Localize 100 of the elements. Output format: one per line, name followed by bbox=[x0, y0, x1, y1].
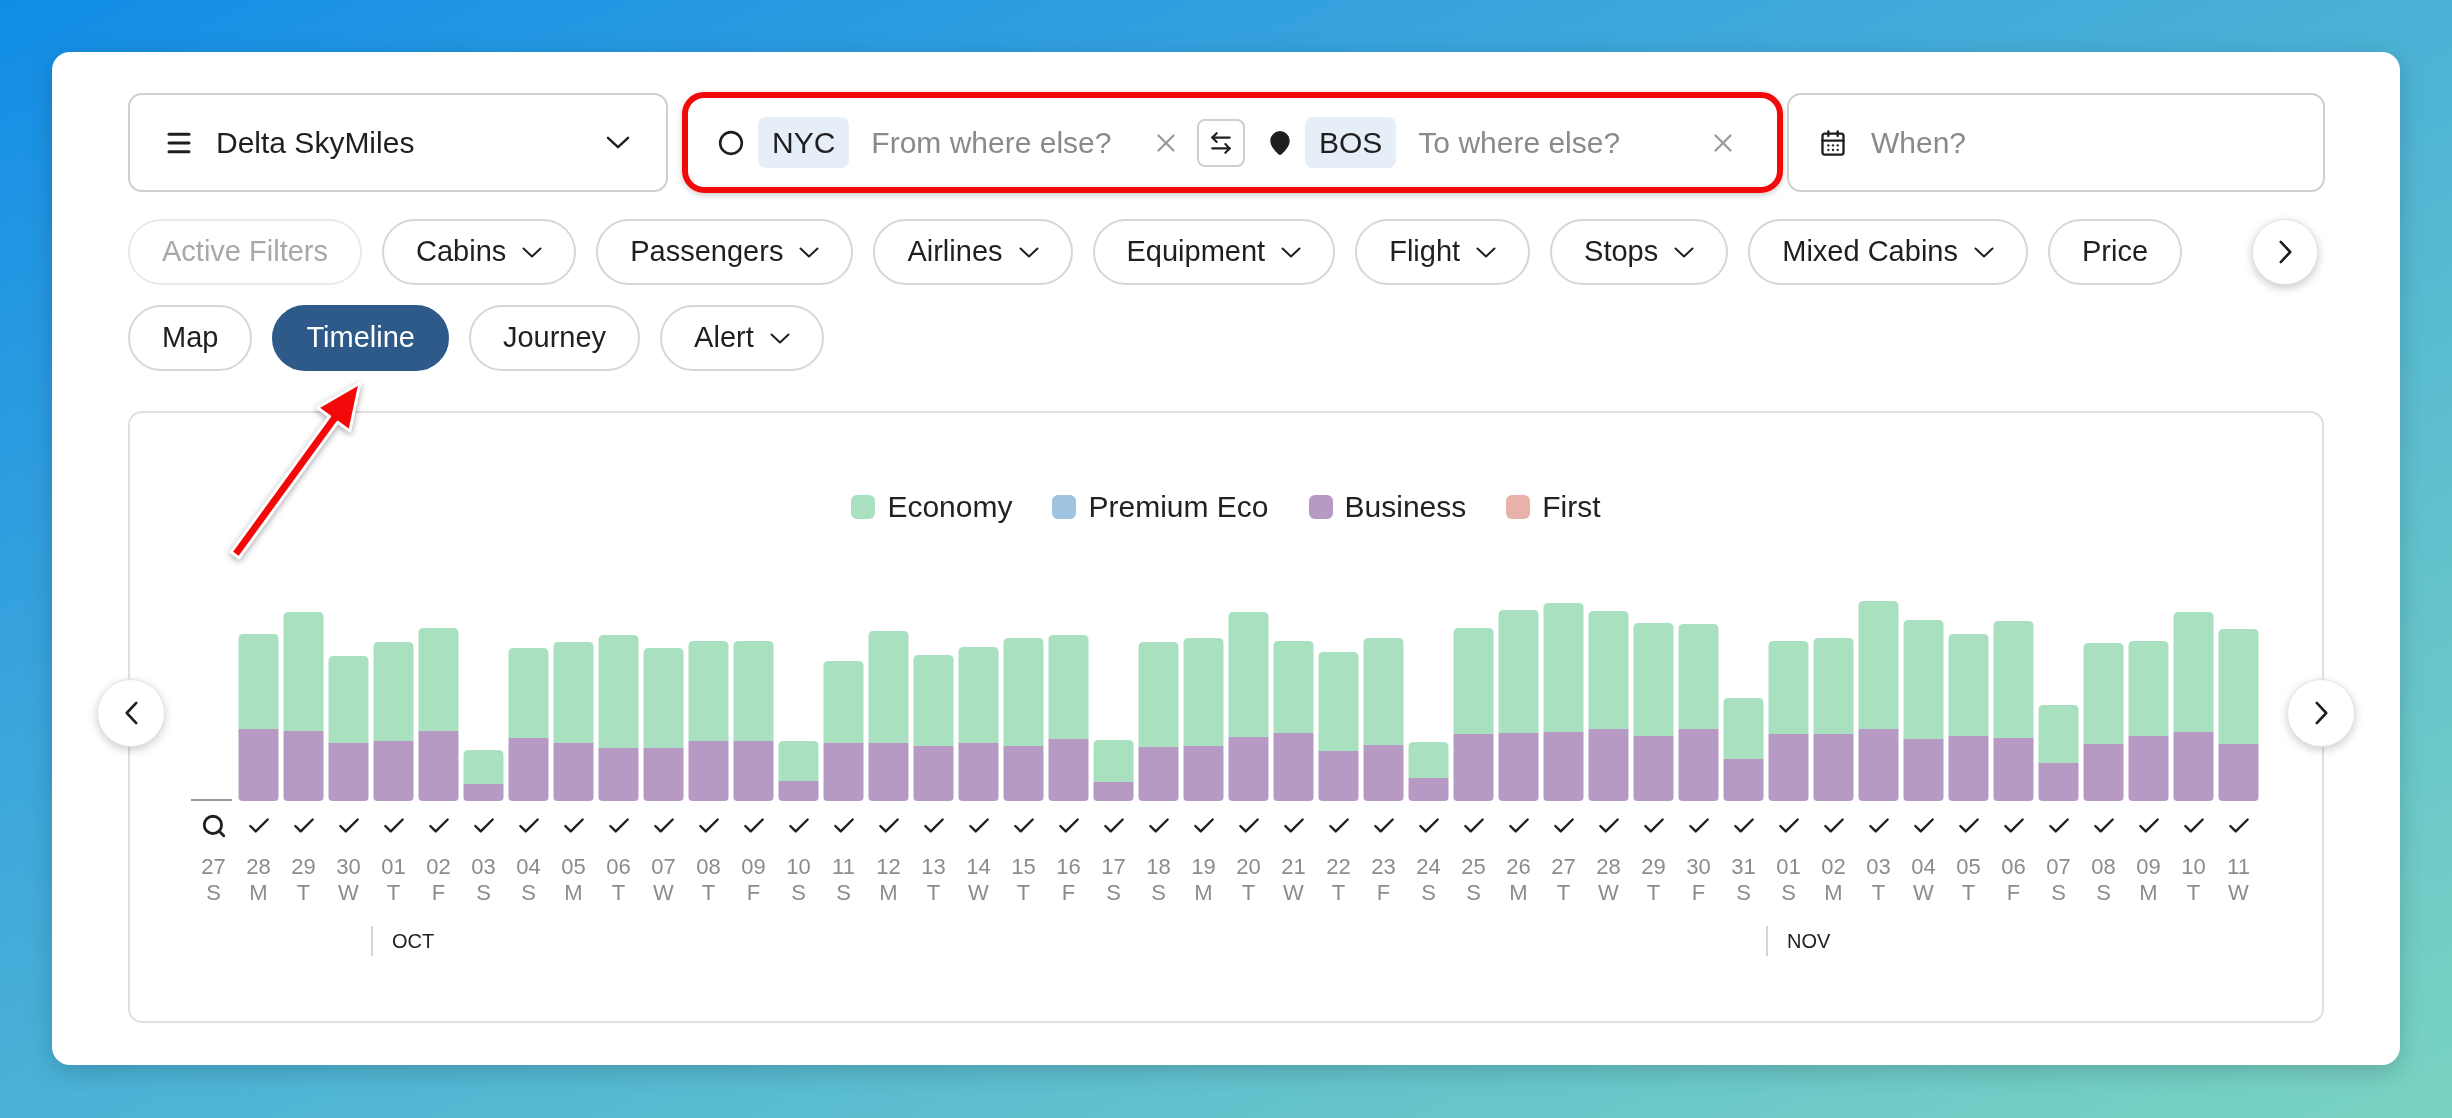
day-number: 13 bbox=[921, 854, 946, 880]
day-number: 08 bbox=[696, 854, 721, 880]
weekday-letter: M bbox=[2139, 880, 2158, 906]
day-number: 03 bbox=[1866, 854, 1891, 880]
weekday-letter: W bbox=[968, 880, 989, 906]
destination-input[interactable]: To where else? bbox=[1418, 120, 1699, 165]
weekday-letter: S bbox=[1466, 880, 1481, 906]
filter-dropdown[interactable]: Mixed Cabins bbox=[1748, 219, 2028, 285]
weekday-letter: F bbox=[431, 880, 446, 906]
day-number: 05 bbox=[1956, 854, 1981, 880]
day-number: 07 bbox=[651, 854, 676, 880]
day-number: 27 bbox=[201, 854, 226, 880]
filter-button[interactable]: Price bbox=[2047, 219, 2183, 285]
day-number: 10 bbox=[2181, 854, 2206, 880]
weekday-letter: W bbox=[2228, 880, 2249, 906]
calendar-icon bbox=[1819, 128, 1847, 157]
swap-button[interactable] bbox=[1197, 118, 1245, 167]
day-number: 23 bbox=[1371, 854, 1396, 880]
filter-dropdown[interactable]: Airlines bbox=[873, 219, 1073, 285]
circle-icon bbox=[718, 129, 744, 156]
day-number: 15 bbox=[1011, 854, 1036, 880]
weekday-letter: T bbox=[1241, 880, 1256, 906]
day-number: 05 bbox=[561, 854, 586, 880]
weekday-letter: M bbox=[564, 880, 583, 906]
weekday-letter: T bbox=[1646, 880, 1661, 906]
origin-input[interactable]: From where else? bbox=[871, 120, 1142, 165]
day-number: 30 bbox=[336, 854, 361, 880]
weekday-letter: W bbox=[338, 880, 359, 906]
day-number: 10 bbox=[786, 854, 811, 880]
weekday-letter: S bbox=[476, 880, 491, 906]
weekday-letter: S bbox=[1781, 880, 1796, 906]
swap-arrows-icon bbox=[1208, 129, 1234, 156]
weekday-letter: F bbox=[1061, 880, 1076, 906]
view-tab[interactable]: Timeline bbox=[272, 305, 449, 371]
weekday-letter: T bbox=[1556, 880, 1571, 906]
filter-dropdown[interactable]: Passengers bbox=[596, 219, 854, 285]
day-number: 28 bbox=[1596, 854, 1621, 880]
weekday-letter: F bbox=[1376, 880, 1391, 906]
empty-bar-marker bbox=[191, 799, 232, 801]
view-tab[interactable]: Journey bbox=[468, 305, 641, 371]
day-number: 02 bbox=[426, 854, 451, 880]
day-number: 18 bbox=[1146, 854, 1171, 880]
destination-code-tag: BOS bbox=[1305, 117, 1397, 168]
weekday-letter: W bbox=[653, 880, 674, 906]
day-number: 19 bbox=[1191, 854, 1216, 880]
weekday-letter: S bbox=[1106, 880, 1121, 906]
chevron-left-icon bbox=[124, 701, 138, 725]
day-number: 16 bbox=[1056, 854, 1081, 880]
chevron-right-icon bbox=[2278, 240, 2292, 264]
filter-dropdown[interactable]: Flight bbox=[1355, 219, 1531, 285]
weekday-letter: M bbox=[1509, 880, 1528, 906]
weekday-letter: S bbox=[1151, 880, 1166, 906]
weekday-letter: T bbox=[386, 880, 401, 906]
day-number: 31 bbox=[1731, 854, 1756, 880]
weekday-letter: T bbox=[1331, 880, 1346, 906]
day-number: 29 bbox=[1641, 854, 1666, 880]
day-number: 11 bbox=[2227, 854, 2250, 880]
filter-dropdown[interactable]: Stops bbox=[1550, 219, 1729, 285]
weekday-letter: M bbox=[1194, 880, 1213, 906]
day-number: 08 bbox=[2091, 854, 2116, 880]
date-input[interactable]: When? bbox=[1871, 120, 2271, 165]
legend-label: First bbox=[1542, 489, 1601, 525]
chevron-right-icon bbox=[2314, 701, 2328, 725]
weekday-letter: F bbox=[746, 880, 761, 906]
weekday-letter: S bbox=[2096, 880, 2111, 906]
month-label: NOV bbox=[1787, 929, 1831, 954]
chevron-down-icon bbox=[606, 136, 630, 149]
weekday-letter: T bbox=[296, 880, 311, 906]
day-number: 17 bbox=[1101, 854, 1126, 880]
weekday-letter: T bbox=[1961, 880, 1976, 906]
day-number: 02 bbox=[1821, 854, 1846, 880]
weekday-letter: M bbox=[1824, 880, 1843, 906]
search-icon[interactable] bbox=[200, 813, 227, 839]
weekday-letter: T bbox=[701, 880, 716, 906]
day-number: 14 bbox=[966, 854, 991, 880]
view-tab[interactable]: Map bbox=[128, 305, 253, 371]
month-label: OCT bbox=[392, 929, 435, 954]
map-pin-icon bbox=[1267, 129, 1293, 156]
weekday-letter: W bbox=[1913, 880, 1934, 906]
day-number: 09 bbox=[741, 854, 766, 880]
program-select[interactable]: Delta SkyMiles bbox=[128, 93, 668, 192]
weekday-letter: W bbox=[1283, 880, 1304, 906]
filter-dropdown[interactable]: Equipment bbox=[1092, 219, 1336, 285]
filter-dropdown[interactable]: Cabins bbox=[382, 219, 577, 285]
weekday-letter: T bbox=[1871, 880, 1886, 906]
day-number: 12 bbox=[876, 854, 901, 880]
weekday-letter: T bbox=[611, 880, 626, 906]
legend-label: Premium Eco bbox=[1088, 489, 1269, 525]
day-number: 29 bbox=[291, 854, 316, 880]
day-number: 03 bbox=[471, 854, 496, 880]
origin-code-tag: NYC bbox=[758, 117, 850, 168]
day-number: 01 bbox=[1776, 854, 1801, 880]
day-number: 11 bbox=[832, 854, 855, 880]
view-dropdown[interactable]: Alert bbox=[660, 305, 824, 371]
day-number: 01 bbox=[381, 854, 406, 880]
day-number: 06 bbox=[2001, 854, 2026, 880]
weekday-letter: T bbox=[1016, 880, 1031, 906]
weekday-letter: W bbox=[1598, 880, 1619, 906]
weekday-letter: S bbox=[521, 880, 536, 906]
date-field[interactable]: When? bbox=[1787, 93, 2325, 192]
